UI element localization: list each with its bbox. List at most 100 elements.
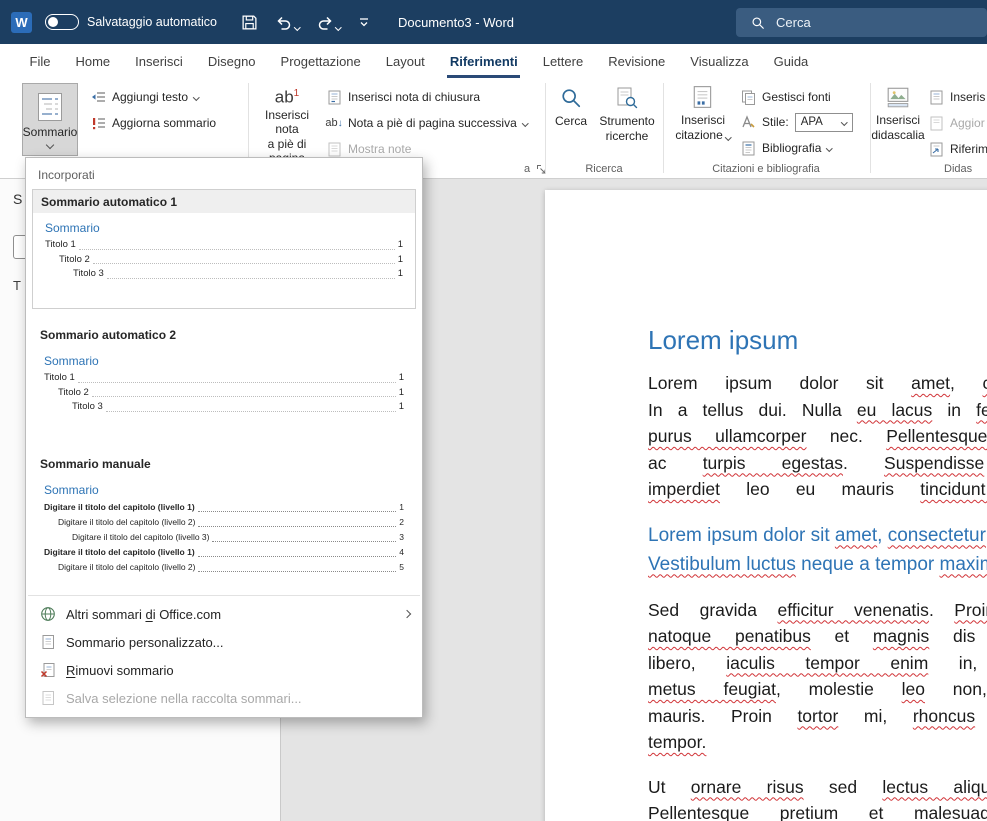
insert-footnote-button[interactable]: ab1 Inserisci nota a piè di pagina xyxy=(252,85,322,165)
spellcheck-word: amet xyxy=(835,525,877,546)
toc-button[interactable]: Sommario xyxy=(22,83,78,156)
toc-entry-page: 1 xyxy=(399,371,404,386)
tab-home[interactable]: Home xyxy=(63,44,123,78)
tab-progettazione[interactable]: Progettazione xyxy=(268,44,373,78)
tab-disegno[interactable]: Disegno xyxy=(195,44,268,78)
researcher-icon xyxy=(616,86,638,110)
doc-line: libero, iaculis tempor enim in, pharetra xyxy=(648,650,987,677)
toc-entry-text: Titolo 3 xyxy=(72,400,103,415)
toc-entry-text: Digitare il titolo del capitolo (livello… xyxy=(58,560,195,575)
group-label-didascalie: Didas xyxy=(944,163,987,175)
spellcheck-word: maximus xyxy=(940,554,987,575)
spellcheck-word: leo xyxy=(902,679,925,699)
chevron-down-icon xyxy=(826,145,832,151)
cross-reference-button[interactable]: Riferim xyxy=(928,138,987,160)
toc-preview-entry: Titolo 21 xyxy=(45,253,403,268)
search-command-label: Cerca xyxy=(555,114,587,128)
citation-style-control: Stile: APA xyxy=(740,111,853,133)
doc-line: Lorem ipsum dolor sit amet, consectetur xyxy=(648,521,987,550)
toc-entry-text: Digitare il titolo del capitolo (livello… xyxy=(44,500,195,515)
insert-caption-button[interactable]: Inserisci didascalia xyxy=(874,85,922,142)
doc-line: ac turpis egestas. Suspendisse viverra xyxy=(648,450,987,477)
insert-endnote-button[interactable]: Inserisci nota di chiusura xyxy=(326,86,480,108)
tab-lettere[interactable]: Lettere xyxy=(530,44,595,78)
toc-preview: SommarioTitolo 11Titolo 21Titolo 31 xyxy=(33,213,415,308)
citation-style-select[interactable]: APA xyxy=(795,113,853,132)
dotted-leader-icon xyxy=(107,278,395,279)
search-box-label: Cerca xyxy=(776,15,811,30)
doc-text: leo eu mauris xyxy=(720,479,920,499)
search-box[interactable]: Cerca xyxy=(736,8,987,37)
update-toc-button[interactable]: Aggiorna sommario xyxy=(90,112,216,134)
menu-item-altri-sommari[interactable]: Altri sommari di Office.com xyxy=(26,600,422,628)
toc-entry-text: Digitare il titolo del capitolo (livello… xyxy=(72,530,209,545)
toc-entry-page: 1 xyxy=(399,386,404,401)
spellcheck-word: tincidunt aliquam xyxy=(920,479,987,499)
spellcheck-word: Vestibulum luctus xyxy=(648,554,796,575)
next-footnote-button[interactable]: ab↓ Nota a piè di pagina successiva xyxy=(326,112,527,134)
doc-line: imperdiet leo eu mauris tincidunt aliqua… xyxy=(648,476,987,503)
insert-citation-button[interactable]: Inserisci citazione xyxy=(672,85,734,142)
menu-item-sommario-personalizzato[interactable]: Sommario personalizzato... xyxy=(26,628,422,656)
dotted-leader-icon xyxy=(79,249,395,250)
show-notes-icon xyxy=(326,141,342,157)
toc-gallery-item-2[interactable]: Sommario automatico 2SommarioTitolo 11Ti… xyxy=(32,323,416,438)
menu-item-salva-selezione: Salva selezione nella raccolta sommari..… xyxy=(26,684,422,712)
bibliography-button[interactable]: Bibliografia xyxy=(740,137,832,159)
gallery-section-label: Incorporati xyxy=(26,158,422,187)
spellcheck-word: imperdiet xyxy=(648,479,720,499)
add-text-button[interactable]: Aggiungi testo xyxy=(90,86,199,108)
toc-entry-page: 3 xyxy=(399,530,404,545)
search-command-button[interactable]: Cerca xyxy=(550,86,592,128)
toc-preview-heading: Sommario xyxy=(45,221,403,235)
chevron-down-icon xyxy=(46,140,54,148)
autosave-toggle[interactable] xyxy=(45,14,79,30)
doc-text: libero, xyxy=(648,653,726,673)
tab-guida[interactable]: Guida xyxy=(761,44,821,78)
autosave-label: Salvataggio automatico xyxy=(87,15,217,29)
toc-preview: SommarioDigitare il titolo del capitolo … xyxy=(32,475,416,581)
toc-gallery-item-1[interactable]: Sommario automatico 1SommarioTitolo 11Ti… xyxy=(32,189,416,309)
nav-tab-fragment[interactable]: T xyxy=(13,278,21,293)
redo-button[interactable] xyxy=(316,15,341,30)
dotted-leader-icon xyxy=(92,396,396,397)
toc-preview-entry: Digitare il titolo del capitolo (livello… xyxy=(44,545,404,560)
doc-text: in, xyxy=(928,653,987,673)
save-button[interactable] xyxy=(241,14,258,31)
manage-sources-button[interactable]: Gestisci fonti xyxy=(740,86,831,108)
dotted-leader-icon xyxy=(106,411,396,412)
citation-style-value: APA xyxy=(801,116,823,128)
toc-entry-page: 2 xyxy=(399,515,404,530)
customize-toolbar-button[interactable] xyxy=(358,16,370,28)
researcher-button[interactable]: Strumento ricerche xyxy=(596,86,658,143)
dotted-leader-icon xyxy=(198,526,396,527)
undo-button[interactable] xyxy=(275,15,300,30)
insert-table-of-figures-button[interactable]: Inseris xyxy=(928,86,987,108)
autosave-control[interactable]: Salvataggio automatico xyxy=(45,14,217,30)
dotted-leader-icon xyxy=(198,511,397,512)
dotted-leader-icon xyxy=(198,571,396,572)
tab-layout[interactable]: Layout xyxy=(373,44,437,78)
toc-entry-page: 1 xyxy=(398,253,403,268)
tab-visualizza[interactable]: Visualizza xyxy=(678,44,761,78)
quick-access-toolbar xyxy=(241,14,370,31)
tab-riferimenti[interactable]: Riferimenti xyxy=(437,44,530,78)
doc-line: natoque penatibus et magnis dis parturie… xyxy=(648,623,987,650)
menu-item-rimuovi-sommario[interactable]: Rimuovi sommario xyxy=(26,656,422,684)
toc-preview-heading: Sommario xyxy=(44,354,404,368)
doc-line: tempor. xyxy=(648,729,987,756)
word-logo-glyph: W xyxy=(15,15,27,30)
tab-file[interactable]: File xyxy=(17,44,63,78)
tab-revisione[interactable]: Revisione xyxy=(596,44,678,78)
tab-inserisci[interactable]: Inserisci xyxy=(123,44,196,78)
spellcheck-word: tortor xyxy=(797,706,838,726)
add-text-icon xyxy=(90,89,106,105)
toc-preview-entry: Titolo 21 xyxy=(44,386,404,401)
show-notes-label: Mostra note xyxy=(348,142,411,156)
chevron-down-icon xyxy=(725,134,731,140)
toc-gallery-item-3[interactable]: Sommario manualeSommarioDigitare il tito… xyxy=(32,452,416,581)
doc-text: In a tellus dui. Nulla xyxy=(648,400,857,420)
dialog-launcher-icon[interactable] xyxy=(536,164,548,176)
insert-footnote-label-1: Inserisci nota xyxy=(252,108,322,136)
toc-preview-entry: Digitare il titolo del capitolo (livello… xyxy=(44,500,404,515)
